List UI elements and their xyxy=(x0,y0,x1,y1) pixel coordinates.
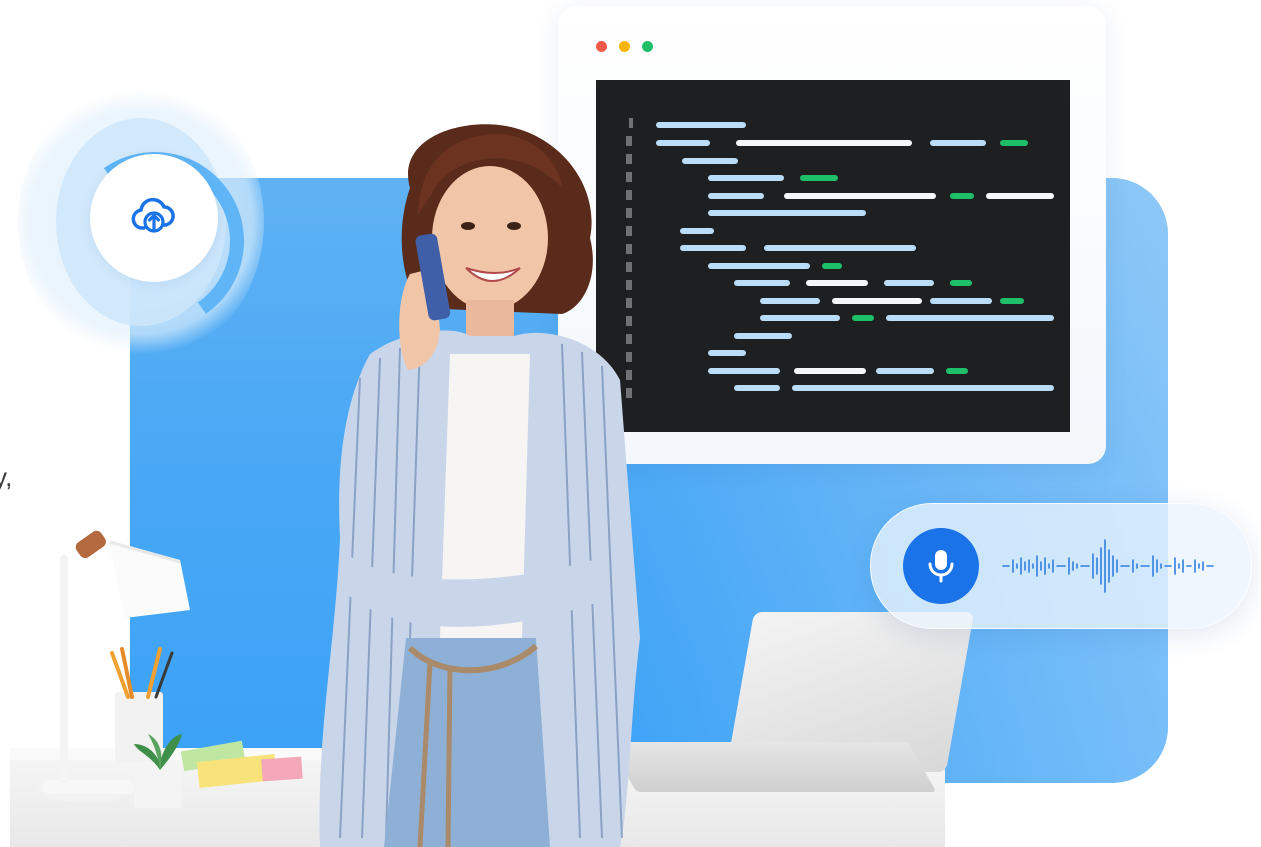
code-line xyxy=(784,193,936,199)
code-line xyxy=(708,175,784,181)
code-line xyxy=(884,280,934,286)
window-minimize-dot[interactable] xyxy=(619,41,630,52)
pencils xyxy=(110,647,174,699)
microphone-icon xyxy=(928,550,954,583)
code-line xyxy=(1000,298,1024,304)
code-line xyxy=(656,122,746,128)
code-line xyxy=(680,228,714,234)
person-on-phone xyxy=(319,124,640,847)
code-line xyxy=(832,298,922,304)
code-line xyxy=(950,193,974,199)
upload-widget xyxy=(18,82,264,362)
cloud-upload-icon xyxy=(131,197,175,233)
voice-input-pill[interactable] xyxy=(870,503,1252,629)
partial-text: y, xyxy=(0,462,13,492)
code-line xyxy=(708,210,866,216)
upload-button[interactable] xyxy=(90,154,218,282)
laptop-keyboard xyxy=(607,742,937,792)
code-line xyxy=(1000,140,1028,146)
code-line xyxy=(986,193,1054,199)
window-maximize-dot[interactable] xyxy=(642,41,653,52)
code-line xyxy=(708,350,746,356)
code-line xyxy=(734,385,780,391)
code-line xyxy=(822,263,842,269)
code-line xyxy=(734,333,792,339)
code-line xyxy=(792,385,1054,391)
code-line xyxy=(764,245,916,251)
sticky-notes-pink xyxy=(261,756,303,782)
code-line xyxy=(806,280,868,286)
code-line xyxy=(886,315,1054,321)
code-line xyxy=(800,175,838,181)
window-close-dot[interactable] xyxy=(596,41,607,52)
code-line xyxy=(760,315,840,321)
code-line xyxy=(708,193,764,199)
code-line xyxy=(656,140,710,146)
code-line xyxy=(708,263,810,269)
code-line xyxy=(930,140,986,146)
code-editor-window xyxy=(558,6,1106,464)
code-line xyxy=(950,280,972,286)
code-line xyxy=(736,140,912,146)
audio-waveform-icon xyxy=(1002,539,1214,593)
code-line xyxy=(946,368,968,374)
plant-pot xyxy=(134,768,182,808)
code-line xyxy=(680,245,746,251)
code-line xyxy=(708,368,780,374)
microphone-button[interactable] xyxy=(903,528,979,604)
code-line xyxy=(876,368,934,374)
code-line xyxy=(794,368,866,374)
code-area xyxy=(596,80,1070,432)
code-line xyxy=(852,315,874,321)
code-line xyxy=(760,298,820,304)
code-line xyxy=(930,298,992,304)
code-line xyxy=(682,158,738,164)
code-line xyxy=(734,280,790,286)
